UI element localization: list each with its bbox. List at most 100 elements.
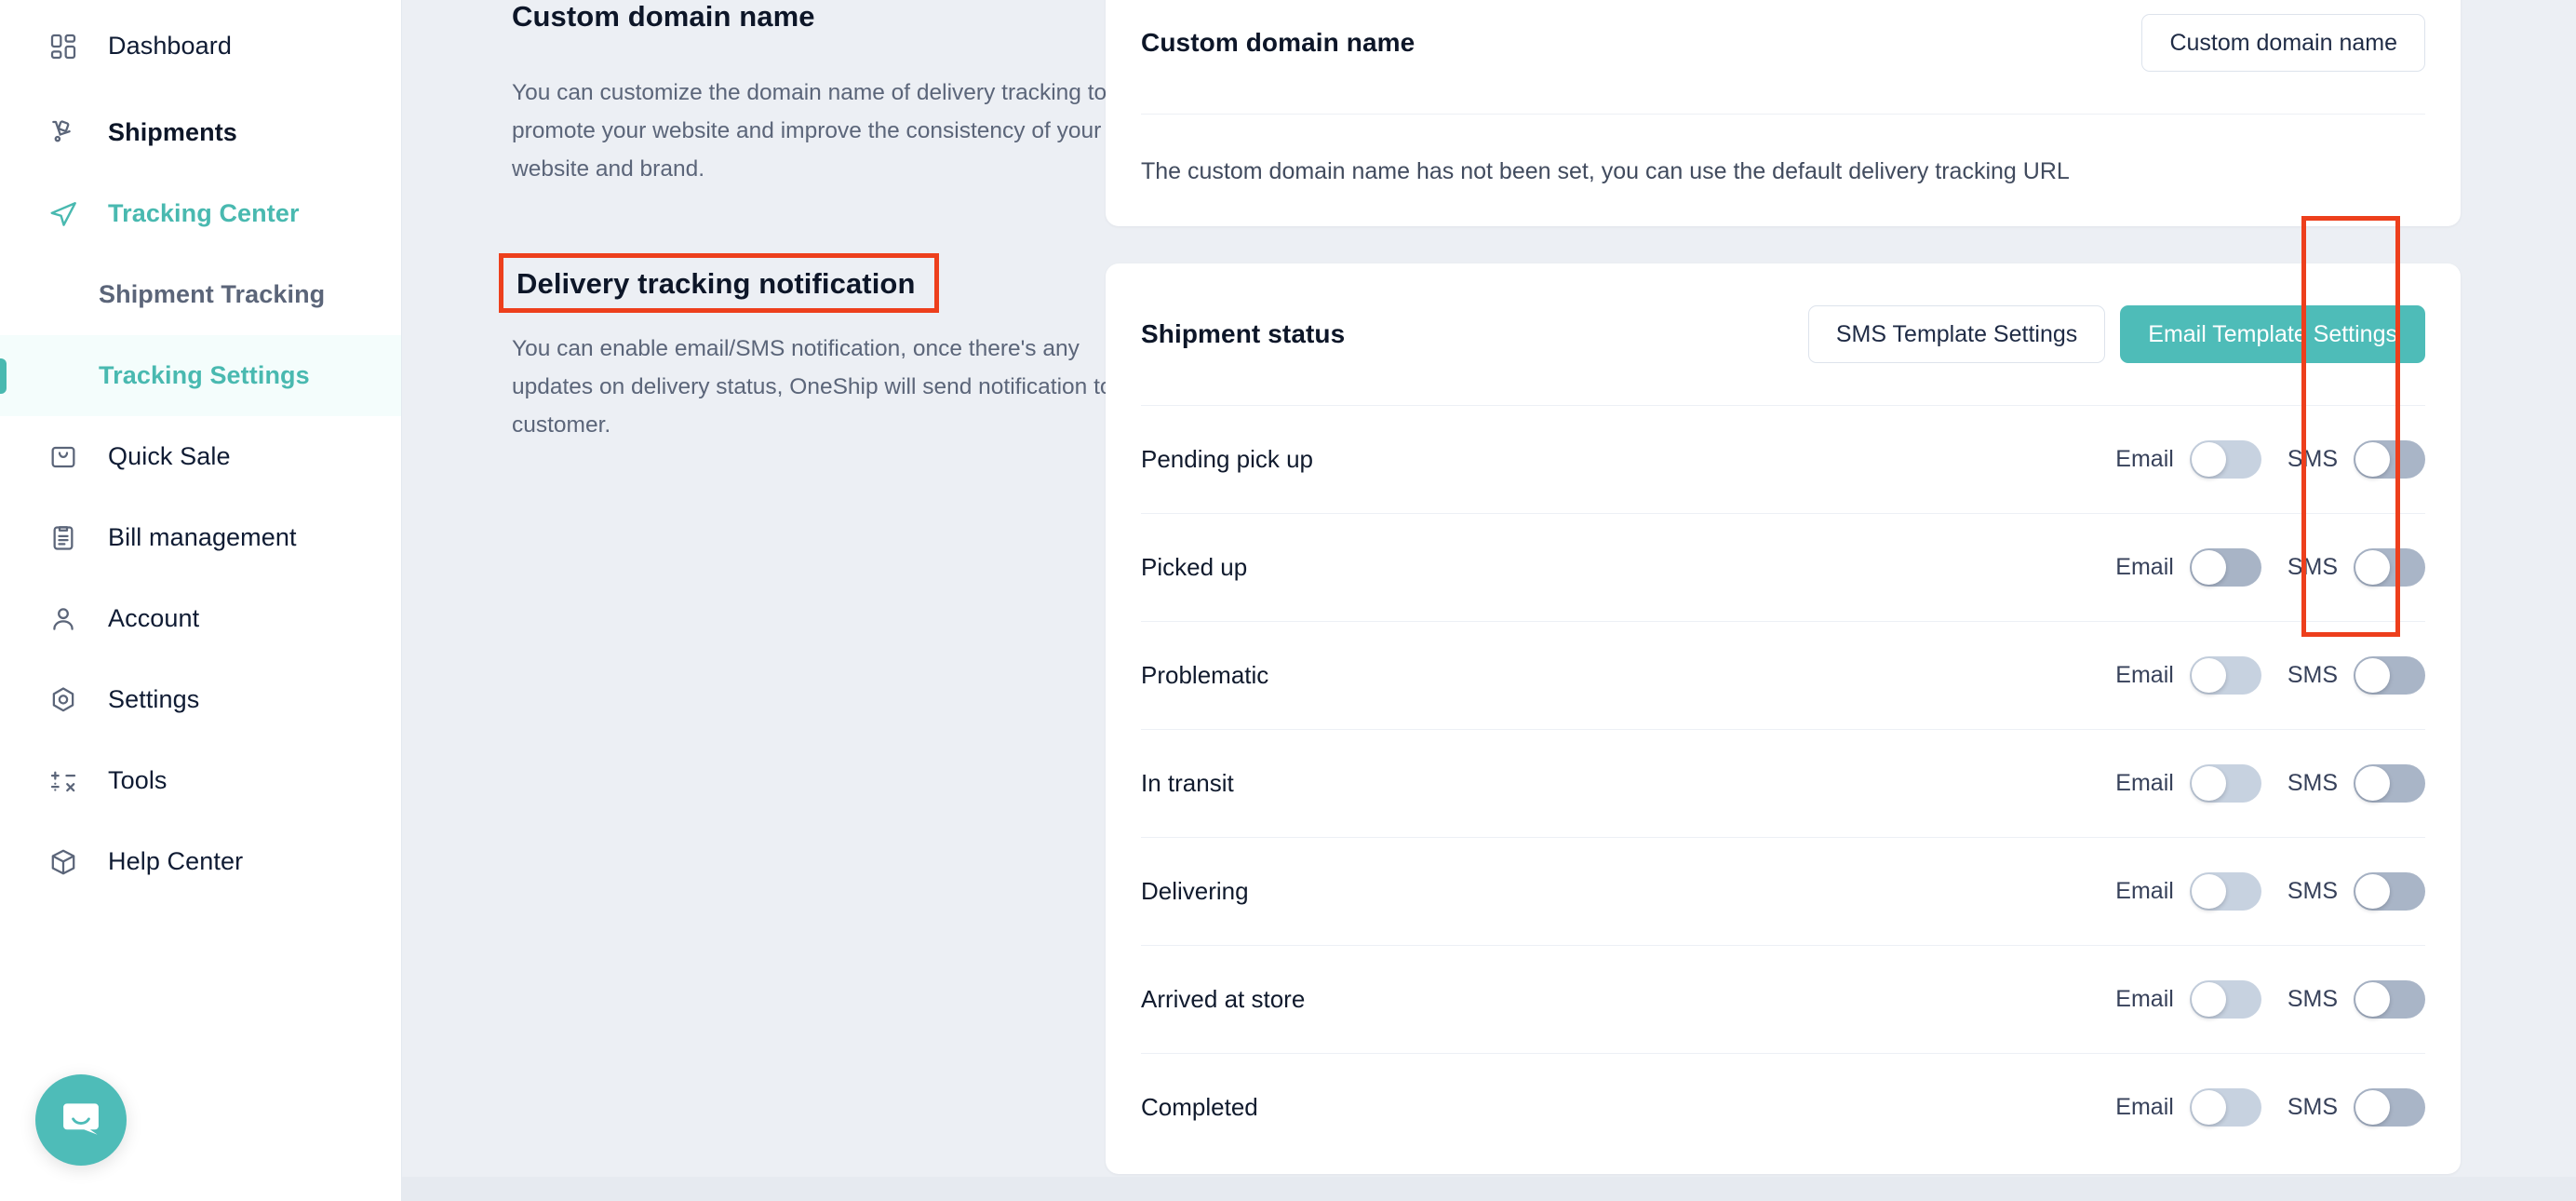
email-label: Email bbox=[2115, 662, 2174, 688]
sidebar-item-label: Dashboard bbox=[108, 32, 232, 60]
sidebar: Dashboard Shipments Tracking Center Ship… bbox=[0, 0, 402, 1201]
status-row: Picked up Email SMS bbox=[1141, 513, 2425, 621]
sms-toggle-group: SMS bbox=[2288, 764, 2425, 803]
sidebar-item-shipments[interactable]: Shipments bbox=[0, 92, 401, 173]
email-toggle-group: Email bbox=[2115, 548, 2261, 587]
sidebar-item-label: Settings bbox=[108, 685, 200, 713]
status-row-label: Delivering bbox=[1141, 877, 1249, 905]
description-column: Custom domain name You can customize the… bbox=[402, 0, 1150, 1201]
sms-toggle-group: SMS bbox=[2288, 656, 2425, 695]
email-label: Email bbox=[2115, 1094, 2174, 1120]
status-row-label: In transit bbox=[1141, 769, 1234, 797]
sms-label: SMS bbox=[2287, 662, 2338, 688]
sms-label: SMS bbox=[2287, 554, 2338, 580]
email-toggle[interactable] bbox=[2189, 764, 2261, 803]
status-row: Problematic Email SMS bbox=[1141, 621, 2425, 729]
status-row-label: Arrived at store bbox=[1141, 985, 1306, 1013]
sidebar-item-tracking-center[interactable]: Tracking Center bbox=[0, 173, 401, 254]
shipment-status-card: Shipment status SMS Template Settings Em… bbox=[1106, 263, 2461, 1174]
sms-label: SMS bbox=[2287, 770, 2338, 796]
shipment-status-actions: SMS Template Settings Email Template Set… bbox=[1807, 305, 2425, 363]
tracking-send-icon bbox=[45, 196, 82, 233]
custom-domain-card-title: Custom domain name bbox=[1141, 28, 1415, 57]
cards-column: Custom domain name Custom domain name Th… bbox=[1106, 0, 2541, 1201]
sms-toggle-group: SMS bbox=[2288, 440, 2425, 479]
user-icon bbox=[45, 600, 82, 638]
sidebar-item-label: Account bbox=[108, 604, 200, 632]
sidebar-item-label: Tracking Center bbox=[108, 199, 300, 227]
email-label: Email bbox=[2115, 878, 2174, 904]
sms-template-settings-button[interactable]: SMS Template Settings bbox=[1807, 305, 2106, 363]
email-toggle-group: Email bbox=[2115, 764, 2261, 803]
sms-toggle[interactable] bbox=[2354, 656, 2425, 695]
sidebar-item-settings[interactable]: Settings bbox=[0, 659, 401, 740]
email-label: Email bbox=[2115, 770, 2174, 796]
email-toggle[interactable] bbox=[2189, 548, 2261, 587]
sidebar-item-tracking-settings[interactable]: Tracking Settings bbox=[0, 335, 401, 416]
sms-toggle[interactable] bbox=[2354, 548, 2425, 587]
sidebar-item-dashboard[interactable]: Dashboard bbox=[0, 0, 401, 92]
email-toggle[interactable] bbox=[2189, 1088, 2261, 1127]
bottom-strip bbox=[402, 1177, 2576, 1201]
sms-toggle-group: SMS bbox=[2288, 1088, 2425, 1127]
status-row-label: Problematic bbox=[1141, 661, 1269, 689]
clipboard-icon bbox=[45, 520, 82, 557]
box-icon bbox=[45, 843, 82, 881]
sidebar-item-bill-management[interactable]: Bill management bbox=[0, 497, 401, 578]
sidebar-item-label: Tools bbox=[108, 766, 168, 794]
gear-hex-icon bbox=[45, 681, 82, 719]
custom-domain-note: The custom domain name has not been set,… bbox=[1141, 158, 2070, 184]
email-toggle-group: Email bbox=[2115, 1088, 2261, 1127]
sidebar-item-label: Quick Sale bbox=[108, 442, 231, 470]
sidebar-item-help-center[interactable]: Help Center bbox=[0, 821, 401, 902]
bag-icon bbox=[45, 439, 82, 476]
main-content: Custom domain name You can customize the… bbox=[402, 0, 2576, 1201]
sms-toggle[interactable] bbox=[2354, 764, 2425, 803]
custom-domain-button[interactable]: Custom domain name bbox=[2141, 14, 2425, 72]
email-toggle[interactable] bbox=[2189, 440, 2261, 479]
custom-domain-card-header: Custom domain name Custom domain name bbox=[1141, 0, 2425, 114]
email-toggle[interactable] bbox=[2189, 872, 2261, 911]
status-row: Arrived at store Email SMS bbox=[1141, 945, 2425, 1053]
sidebar-subitem-label: Shipment Tracking bbox=[99, 280, 326, 308]
status-row: Completed Email SMS bbox=[1141, 1053, 2425, 1161]
sidebar-item-account[interactable]: Account bbox=[0, 578, 401, 659]
email-template-settings-button[interactable]: Email Template Settings bbox=[2120, 305, 2425, 363]
sidebar-item-quick-sale[interactable]: Quick Sale bbox=[0, 416, 401, 497]
notification-section-text: You can enable email/SMS notification, o… bbox=[512, 336, 1151, 438]
intercom-chat-launcher[interactable] bbox=[35, 1074, 127, 1166]
shipment-cart-icon bbox=[45, 115, 82, 152]
sms-toggle[interactable] bbox=[2354, 872, 2425, 911]
sidebar-item-shipment-tracking[interactable]: Shipment Tracking bbox=[0, 254, 401, 335]
sidebar-item-tools[interactable]: Tools bbox=[0, 740, 401, 821]
domain-section-text: You can customize the domain name of del… bbox=[512, 80, 1107, 182]
email-toggle[interactable] bbox=[2189, 656, 2261, 695]
email-label: Email bbox=[2115, 446, 2174, 472]
status-row: In transit Email SMS bbox=[1141, 729, 2425, 837]
shipment-status-card-header: Shipment status SMS Template Settings Em… bbox=[1141, 263, 2425, 405]
notification-section: Delivery tracking notification You can e… bbox=[499, 253, 1163, 444]
sms-toggle-group: SMS bbox=[2288, 872, 2425, 911]
email-toggle[interactable] bbox=[2189, 980, 2261, 1019]
email-toggle-group: Email bbox=[2115, 656, 2261, 695]
sms-toggle[interactable] bbox=[2354, 980, 2425, 1019]
custom-domain-card: Custom domain name Custom domain name Th… bbox=[1106, 0, 2461, 226]
custom-domain-actions: Custom domain name bbox=[2141, 14, 2425, 72]
notification-section-heading: Delivery tracking notification bbox=[517, 267, 916, 300]
email-toggle-group: Email bbox=[2115, 980, 2261, 1019]
email-toggle-group: Email bbox=[2115, 872, 2261, 911]
app-root: Dashboard Shipments Tracking Center Ship… bbox=[0, 0, 2576, 1201]
status-row-label: Pending pick up bbox=[1141, 445, 1314, 473]
status-row-label: Picked up bbox=[1141, 553, 1248, 581]
shipment-status-card-title: Shipment status bbox=[1141, 319, 1346, 348]
sms-toggle[interactable] bbox=[2354, 1088, 2425, 1127]
sms-label: SMS bbox=[2287, 1094, 2338, 1120]
email-toggle-group: Email bbox=[2115, 440, 2261, 479]
sidebar-item-label: Bill management bbox=[108, 523, 297, 551]
sms-toggle[interactable] bbox=[2354, 440, 2425, 479]
sms-toggle-group: SMS bbox=[2288, 980, 2425, 1019]
sms-toggle-group: SMS bbox=[2288, 548, 2425, 587]
sidebar-item-label: Help Center bbox=[108, 847, 244, 875]
intercom-chat-icon bbox=[56, 1093, 106, 1148]
status-row: Pending pick up Email SMS bbox=[1141, 405, 2425, 513]
